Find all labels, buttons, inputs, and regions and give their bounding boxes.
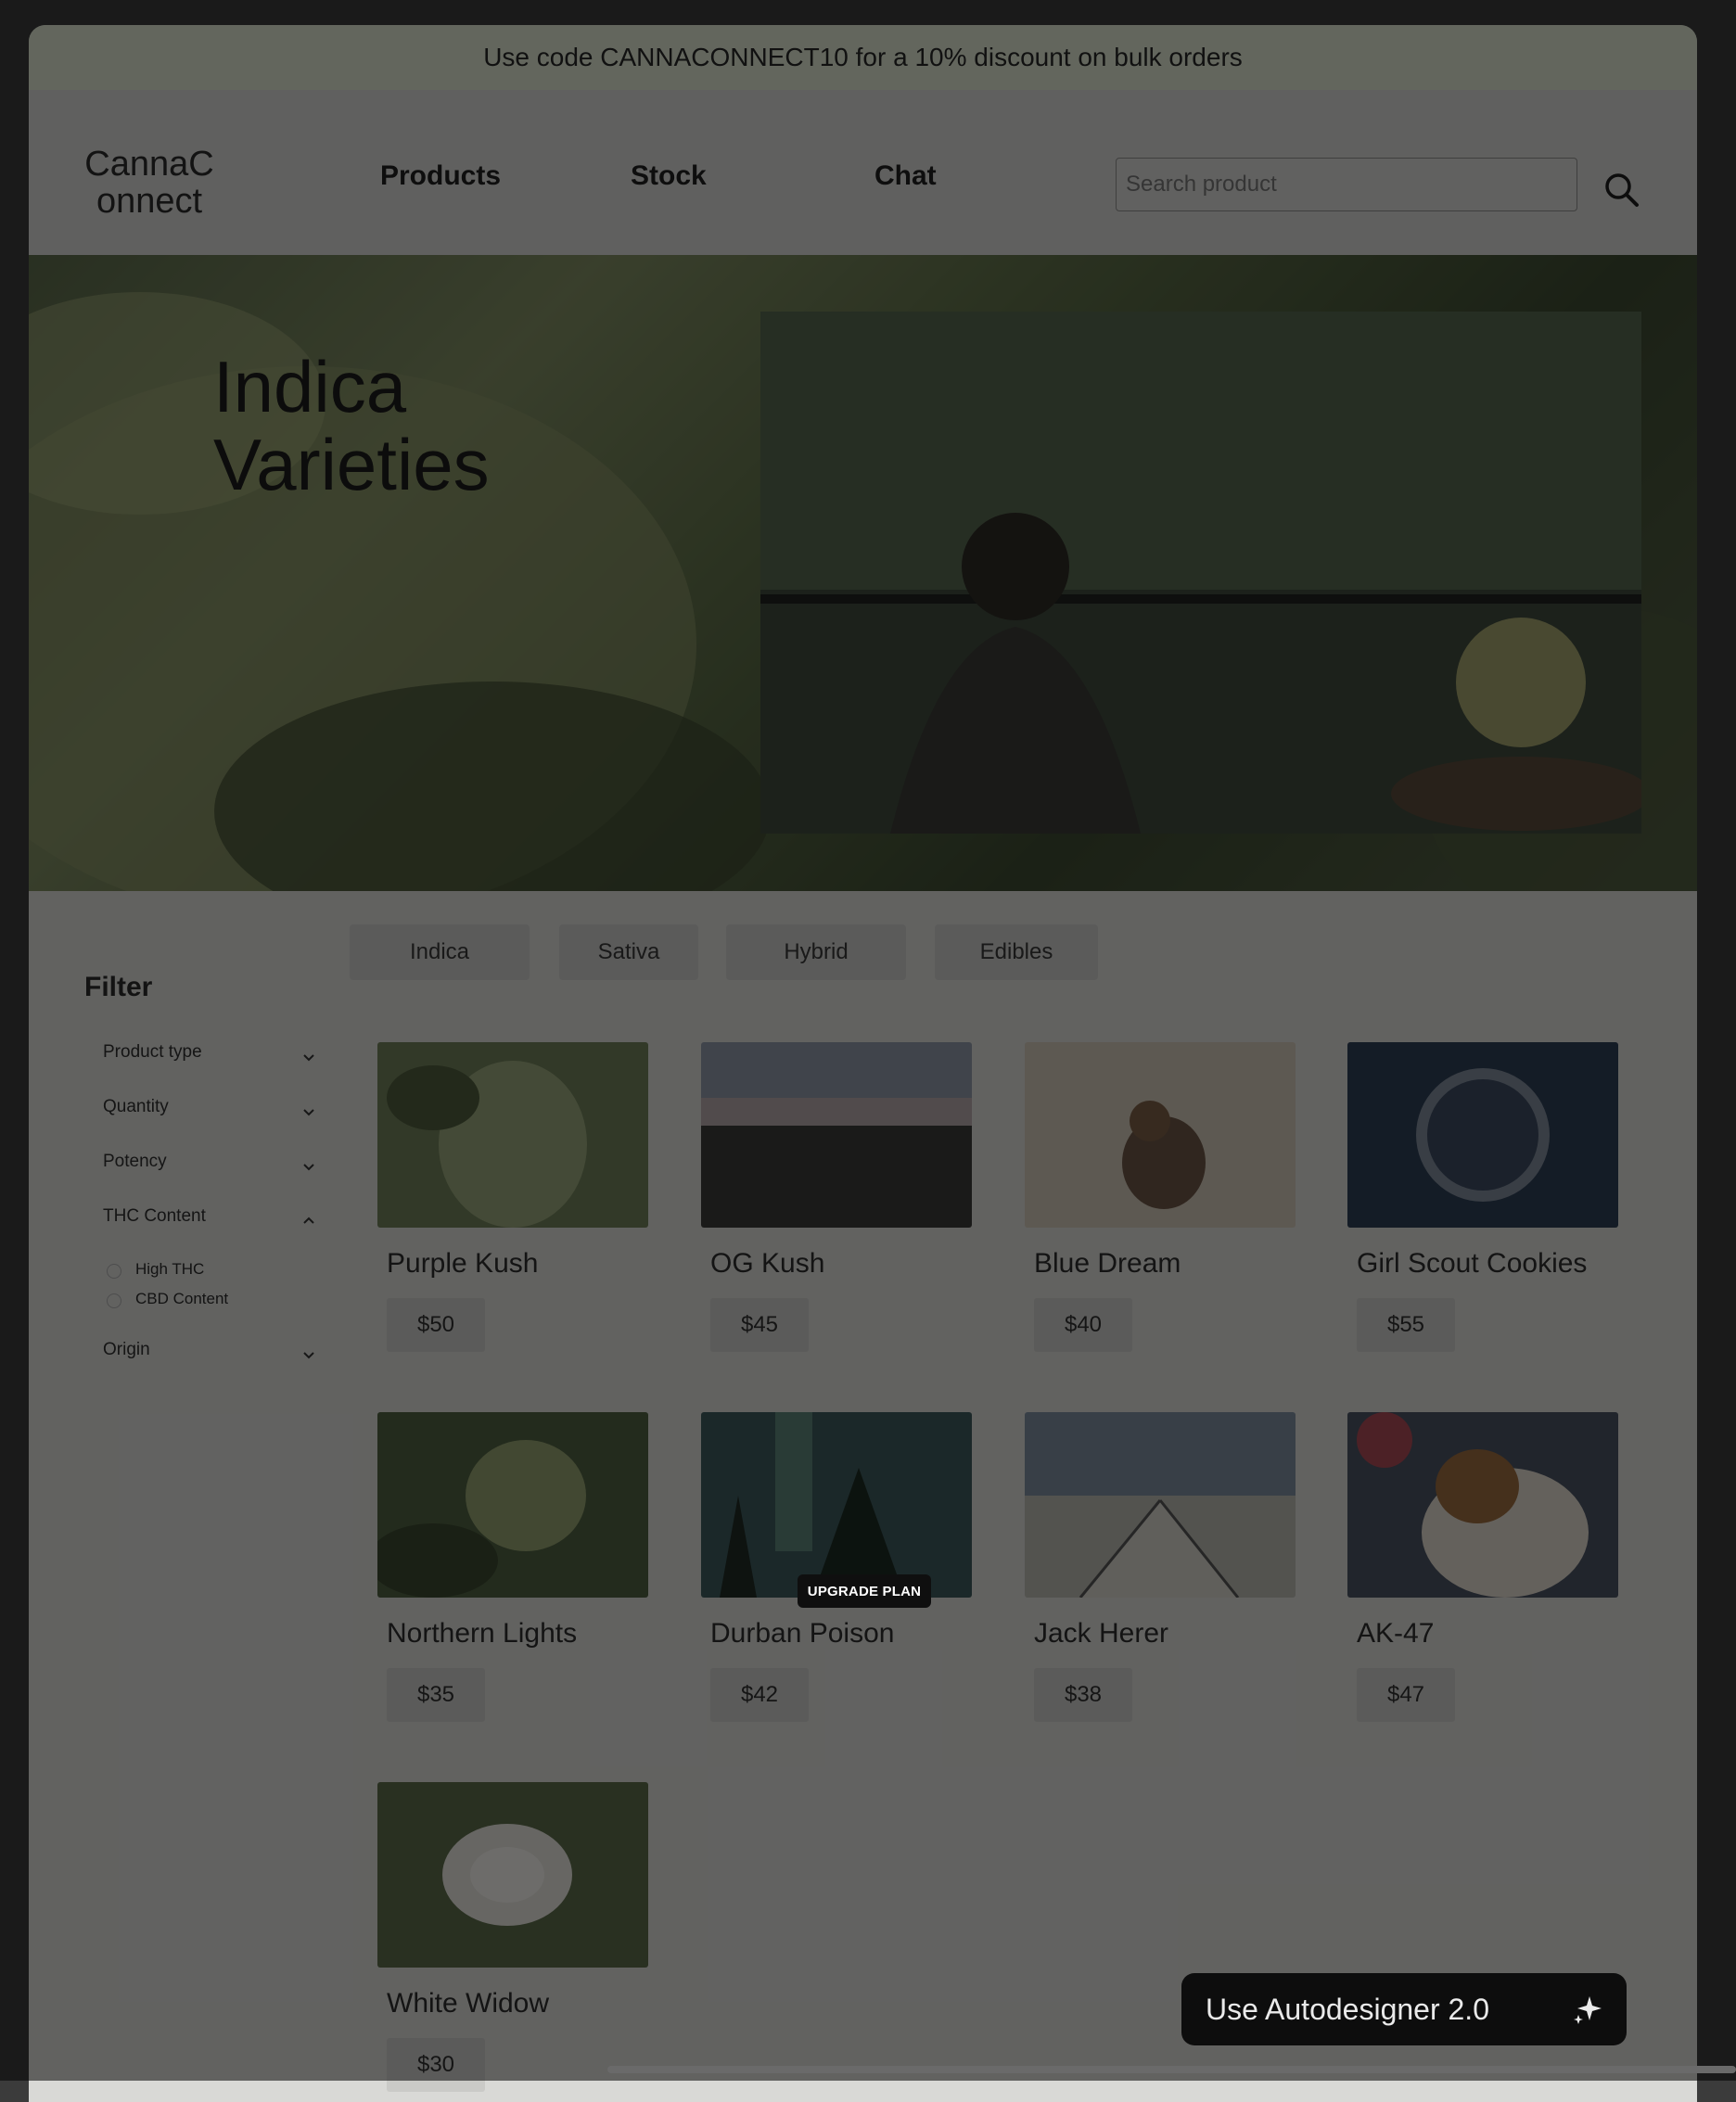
hero-banner: Indica Varieties	[29, 255, 1697, 891]
promo-banner: Use code CANNACONNECT10 for a 10% discou…	[29, 25, 1697, 90]
product-image[interactable]	[701, 1042, 972, 1228]
promo-text: Use code CANNACONNECT10 for a 10% discou…	[483, 43, 1243, 71]
product-card[interactable]: Purple Kush $50	[377, 1042, 648, 1352]
product-name[interactable]: Jack Herer	[1034, 1618, 1168, 1650]
product-name[interactable]: Blue Dream	[1034, 1248, 1181, 1280]
tab-sativa[interactable]: Sativa	[559, 924, 698, 980]
product-price: $30	[387, 2038, 485, 2092]
product-card[interactable]: OG Kush $45	[701, 1042, 972, 1352]
cbd-content-label: CBD Content	[135, 1290, 229, 1307]
site-header: CannaConnect Products Stock Chat	[29, 90, 1697, 255]
product-price: $38	[1034, 1668, 1132, 1722]
product-name[interactable]: Purple Kush	[387, 1248, 538, 1280]
filter-potency[interactable]: Potency	[103, 1152, 326, 1189]
autodesigner-button[interactable]: Use Autodesigner 2.0	[1181, 1973, 1627, 2045]
product-name[interactable]: Northern Lights	[387, 1618, 577, 1650]
product-name[interactable]: OG Kush	[710, 1248, 824, 1280]
product-image[interactable]	[1025, 1412, 1296, 1598]
hero-photo	[760, 312, 1641, 834]
product-price: $35	[387, 1668, 485, 1722]
horizontal-scrollbar[interactable]	[607, 2066, 1736, 2073]
nav-chat[interactable]: Chat	[874, 160, 937, 192]
product-image[interactable]	[377, 1782, 648, 1968]
product-image[interactable]	[1347, 1412, 1618, 1598]
product-image[interactable]	[377, 1042, 648, 1228]
hero-title: Indica Varieties	[213, 346, 490, 505]
chevron-up-icon	[303, 1217, 314, 1224]
product-name[interactable]: Girl Scout Cookies	[1357, 1248, 1587, 1280]
tab-hybrid[interactable]: Hybrid	[726, 924, 906, 980]
cbd-content-checkbox[interactable]	[107, 1293, 121, 1308]
filter-origin[interactable]: Origin	[103, 1340, 326, 1377]
nav-products[interactable]: Products	[380, 160, 501, 192]
sparkle-icon	[1574, 1996, 1602, 2024]
product-card[interactable]: Blue Dream $40	[1025, 1042, 1296, 1352]
product-name[interactable]: AK-47	[1357, 1618, 1434, 1650]
filter-title: Filter	[84, 972, 153, 1002]
product-price: $50	[387, 1298, 485, 1352]
product-card[interactable]: Northern Lights $35	[377, 1412, 648, 1722]
product-name[interactable]: White Widow	[387, 1988, 549, 2019]
product-image[interactable]	[701, 1412, 972, 1598]
chevron-down-icon	[303, 1109, 314, 1116]
product-image[interactable]	[1347, 1042, 1618, 1228]
product-price: $42	[710, 1668, 809, 1722]
chevron-down-icon	[303, 1054, 314, 1062]
search-icon[interactable]	[1602, 170, 1642, 210]
tab-indica[interactable]: Indica	[350, 924, 530, 980]
chevron-down-icon	[303, 1352, 314, 1359]
filter-quantity[interactable]: Quantity	[103, 1097, 326, 1134]
nav-stock[interactable]: Stock	[631, 160, 707, 192]
app-window: Use code CANNACONNECT10 for a 10% discou…	[29, 25, 1697, 2102]
product-name[interactable]: Durban Poison	[710, 1618, 894, 1650]
high-thc-label: High THC	[135, 1260, 205, 1278]
high-thc-checkbox[interactable]	[107, 1264, 121, 1279]
product-card[interactable]: Girl Scout Cookies $55	[1347, 1042, 1618, 1352]
filter-thc-content[interactable]: THC Content	[103, 1206, 326, 1243]
product-price: $40	[1034, 1298, 1132, 1352]
product-price: $55	[1357, 1298, 1455, 1352]
tab-edibles[interactable]: Edibles	[935, 924, 1098, 980]
autodesigner-label: Use Autodesigner 2.0	[1206, 1992, 1489, 2026]
search-input[interactable]	[1116, 158, 1577, 211]
product-card[interactable]: White Widow $30	[377, 1782, 648, 2092]
product-card[interactable]: Durban Poison $42	[701, 1412, 972, 1722]
product-card[interactable]: Jack Herer $38	[1025, 1412, 1296, 1722]
filter-product-type[interactable]: Product type	[103, 1042, 326, 1079]
product-price: $45	[710, 1298, 809, 1352]
chevron-down-icon	[303, 1164, 314, 1171]
product-price: $47	[1357, 1668, 1455, 1722]
logo[interactable]: CannaConnect	[84, 146, 214, 220]
product-image[interactable]	[377, 1412, 648, 1598]
product-card[interactable]: AK-47 $47	[1347, 1412, 1618, 1722]
product-image[interactable]	[1025, 1042, 1296, 1228]
upgrade-plan-badge[interactable]: UPGRADE PLAN	[798, 1574, 931, 1608]
